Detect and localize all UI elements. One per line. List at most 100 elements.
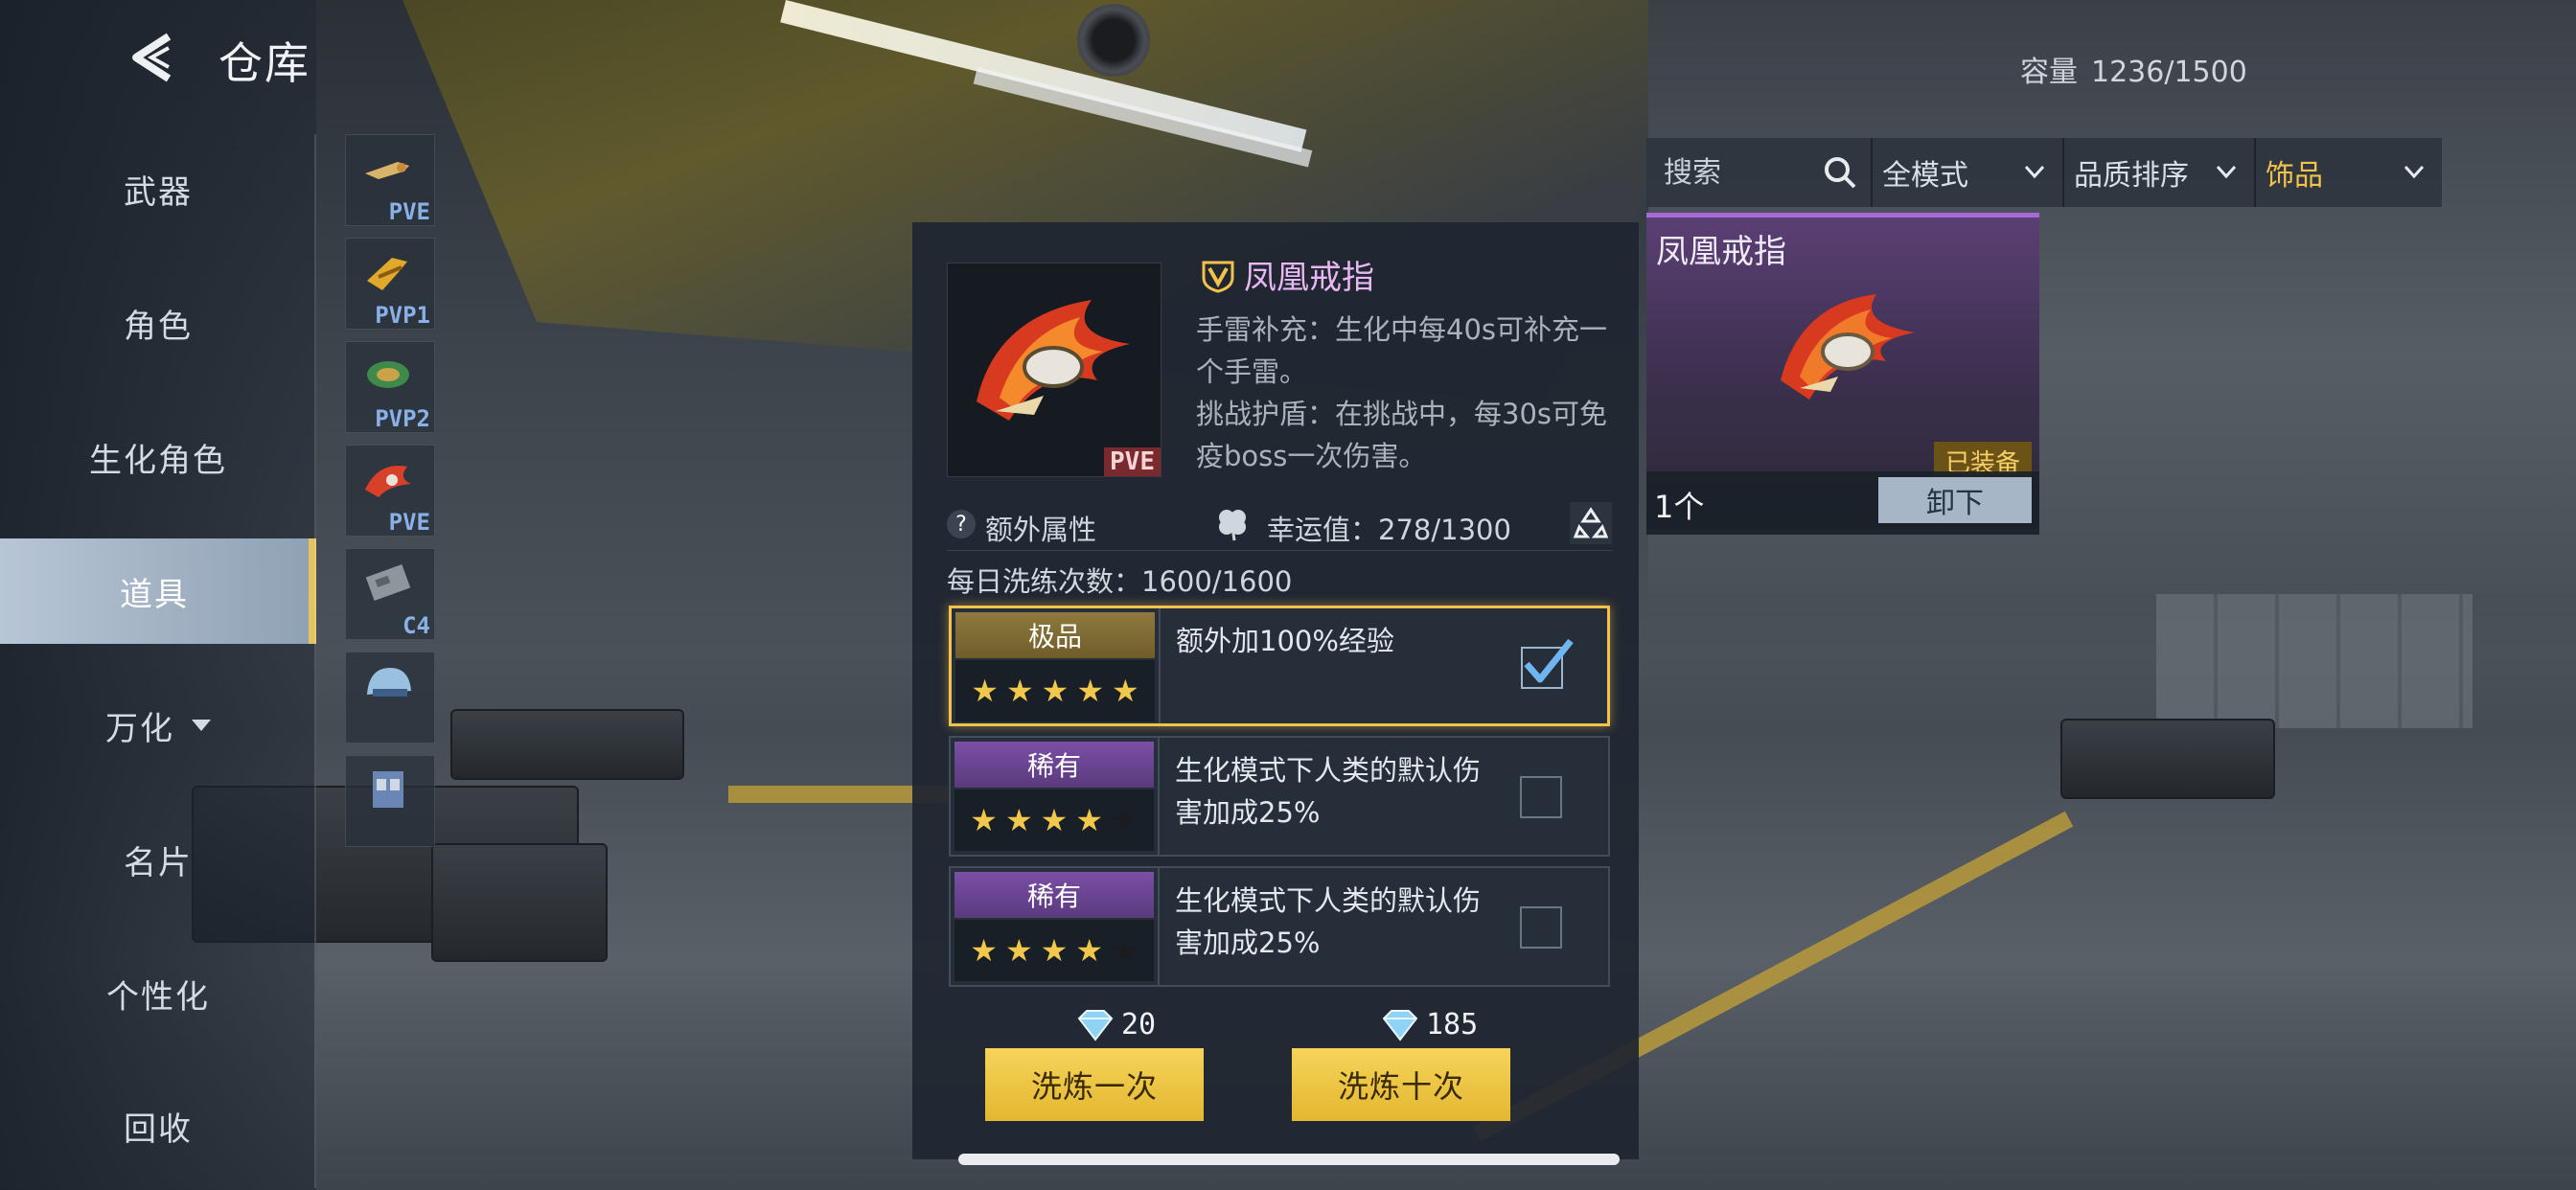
star-rating: ★ ★ ★ ★ ★: [954, 920, 1154, 981]
nav-item-label: 回收: [124, 1110, 193, 1149]
gold-gun-icon: [367, 258, 407, 290]
mode-dropdown[interactable]: 全模式: [1873, 138, 2064, 207]
item-detail-panel: PVE 凤凰戒指 手雷补充：生化中每40s可补充一个手雷。 挑战护盾：在挑战中，…: [912, 222, 1639, 1159]
item-thumb[interactable]: [345, 652, 435, 744]
page-title: 仓库: [218, 37, 310, 89]
category-dropdown-value: 饰品: [2266, 159, 2323, 193]
daily-refine-count: 每日洗练次数：1600/1600: [947, 565, 1293, 598]
search-box[interactable]: [1646, 137, 1886, 208]
trait-row[interactable]: 极品 ★ ★ ★ ★ ★ 额外加100%经验: [949, 606, 1610, 726]
clover-icon: [1219, 510, 1246, 541]
item-thumb[interactable]: PVE: [345, 134, 435, 226]
divider: [1159, 608, 1161, 723]
star-rating: ★ ★ ★ ★ ★: [955, 660, 1155, 721]
trait-lock-checkbox[interactable]: [1520, 906, 1562, 949]
checkmark-icon: [1524, 638, 1574, 683]
sort-dropdown[interactable]: 品质排序: [2064, 138, 2256, 207]
c4-icon: [365, 563, 411, 602]
grade-label: 稀有: [954, 742, 1154, 788]
capacity-value: 1236/1500: [2091, 56, 2247, 89]
nav-item-recycle[interactable]: 回收: [0, 1073, 316, 1179]
mode-tag: PVE: [1104, 447, 1161, 476]
chevron-down-icon: [2024, 165, 2045, 179]
nav-item-label: 名片: [124, 843, 193, 882]
star-icon: ★: [1075, 802, 1104, 838]
description-line: 挑战护盾：在挑战中，每30s可免疫boss一次伤害。: [1196, 398, 1608, 472]
caret-down-icon: [192, 720, 211, 731]
trait-text: 额外加100%经验: [1176, 625, 1394, 657]
star-icon: ★: [970, 932, 998, 969]
divider: [1158, 868, 1160, 985]
star-icon: ★: [1005, 673, 1034, 709]
item-name: 凤凰戒指: [1200, 251, 1374, 298]
nav-item-bio-characters[interactable]: 生化角色: [0, 404, 316, 510]
star-icon: ★: [1111, 802, 1138, 838]
crate: [450, 709, 684, 780]
nav-item-cards[interactable]: 名片: [0, 807, 316, 912]
nav-item-personalize[interactable]: 个性化: [0, 941, 316, 1046]
trait-lock-checkbox[interactable]: [1521, 638, 1574, 689]
category-dropdown[interactable]: 饰品: [2256, 138, 2442, 207]
trait-text: 生化模式下人类的默认伤害加成25%: [1175, 884, 1482, 959]
mode-tag: PVE: [388, 509, 430, 536]
item-thumb[interactable]: PVP2: [345, 341, 435, 433]
mode-tag: C4: [402, 612, 430, 639]
nav-item-wanhua[interactable]: 万化: [0, 673, 316, 778]
item-thumb[interactable]: [345, 755, 435, 847]
diamond-icon: [1382, 1009, 1418, 1041]
item-thumb[interactable]: PVP1: [345, 238, 435, 330]
search-icon[interactable]: [1823, 155, 1857, 190]
crate: [2060, 719, 2275, 799]
star-rating: ★ ★ ★ ★ ★: [954, 790, 1154, 851]
trait-lock-checkbox[interactable]: [1520, 776, 1562, 818]
description-line: 手雷补充：生化中每40s可补充一个手雷。: [1196, 313, 1608, 388]
nav-item-label: 武器: [124, 172, 193, 212]
cost-value: 20: [1121, 1008, 1157, 1041]
nav-item-characters[interactable]: 角色: [0, 270, 316, 376]
nav-item-label: 生化角色: [89, 441, 227, 480]
trait-row[interactable]: 稀有 ★ ★ ★ ★ ★ 生化模式下人类的默认伤害加成25%: [949, 736, 1610, 857]
extra-attribute-label: 额外属性: [985, 514, 1097, 546]
chevron-down-icon: [2404, 165, 2425, 179]
sort-dropdown-value: 品质排序: [2074, 159, 2189, 193]
back-button[interactable]: [125, 29, 182, 86]
refine-once-button[interactable]: 洗炼一次: [985, 1048, 1204, 1121]
divider: [1158, 738, 1160, 855]
mode-tag: PVP2: [375, 405, 430, 432]
item-thumb[interactable]: PVE: [345, 445, 435, 537]
green-emblem-icon: [367, 361, 409, 388]
unequip-button[interactable]: 卸下: [1878, 477, 2032, 523]
star-icon: ★: [1004, 802, 1033, 838]
phoenix-ring-icon: [1781, 294, 1915, 400]
star-icon: ★: [1075, 932, 1104, 969]
grade-label: 极品: [955, 612, 1155, 658]
nav-item-weapons[interactable]: 武器: [0, 136, 316, 241]
help-icon[interactable]: ?: [947, 510, 976, 538]
star-icon: ★: [970, 802, 998, 838]
gun-charm-icon: [365, 162, 409, 179]
nav-item-label: 万化: [105, 709, 174, 748]
equipped-item-name: 凤凰戒指: [1656, 233, 1786, 271]
filter-bar: 全模式 品质排序 饰品: [1646, 137, 2442, 208]
mode-dropdown-value: 全模式: [1882, 159, 1968, 193]
nav-item-label: 个性化: [106, 977, 210, 1017]
nav-item-items[interactable]: 道具: [0, 538, 316, 644]
item-description: 手雷补充：生化中每40s可补充一个手雷。 挑战护盾：在挑战中，每30s可免疫bo…: [1196, 309, 1618, 477]
nav-divider: [314, 134, 316, 1188]
nav-item-label: 道具: [120, 575, 189, 614]
mode-tag: PVP1: [375, 302, 430, 329]
refine-ten-button[interactable]: 洗炼十次: [1292, 1048, 1510, 1121]
item-count: 1个: [1654, 489, 1705, 525]
diamond-icon: [1077, 1009, 1114, 1041]
recycle-icon[interactable]: [1570, 502, 1612, 544]
item-thumb[interactable]: C4: [345, 548, 435, 640]
home-indicator[interactable]: [958, 1154, 1620, 1165]
crate: [431, 843, 608, 962]
trait-row[interactable]: 稀有 ★ ★ ★ ★ ★ 生化模式下人类的默认伤害加成25%: [949, 866, 1610, 987]
equipped-item-footer: 1个 卸下: [1646, 471, 2039, 535]
attribute-row: ? 额外属性 幸运值：278/1300: [947, 502, 1612, 550]
star-icon: ★: [1040, 802, 1069, 838]
item-thumbnail-list: PVE PVP1 PVP2 PVE C4: [345, 134, 437, 858]
divider: [947, 550, 1612, 551]
mode-tag: PVE: [388, 198, 430, 225]
